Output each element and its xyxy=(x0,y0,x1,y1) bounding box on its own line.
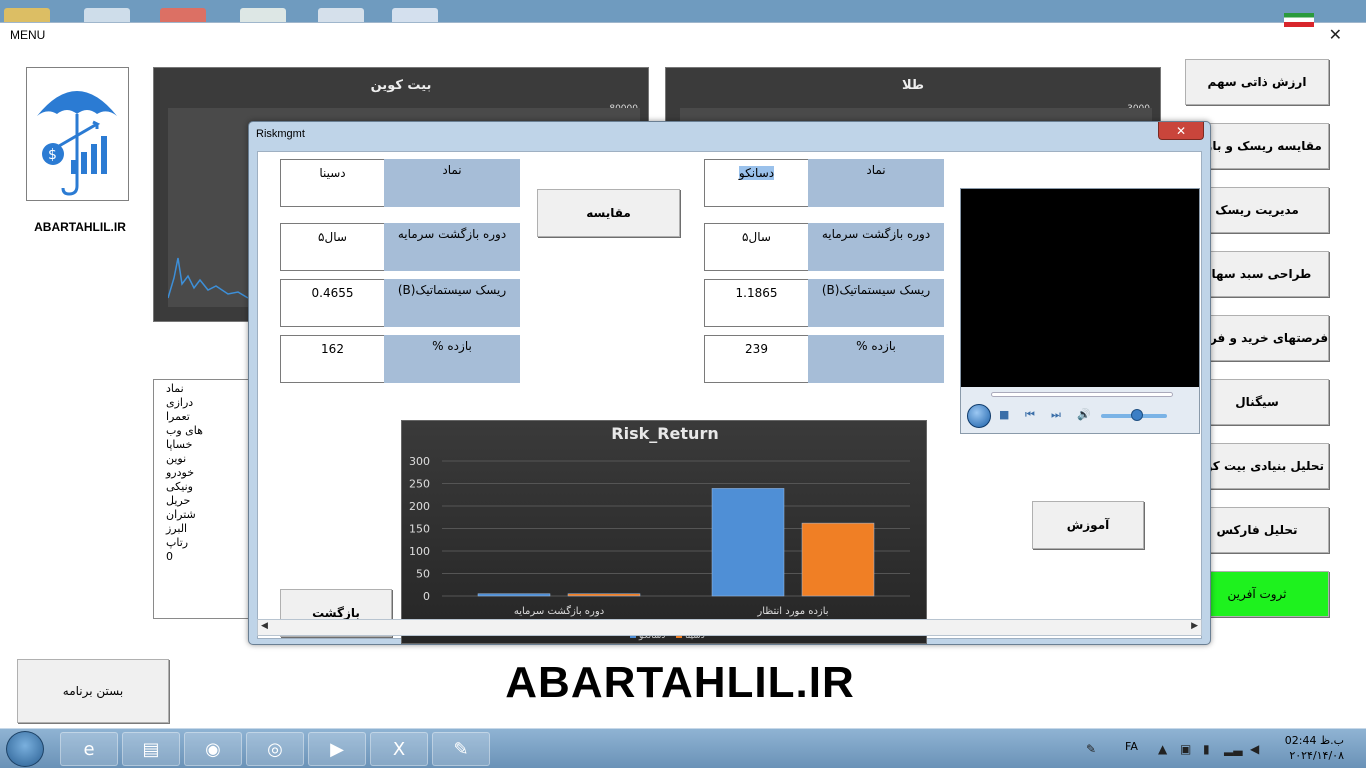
riskmgmt-dialog: Riskmgmt ✕ دسینا نماد ۵سال دوره بازگشت س… xyxy=(248,121,1211,645)
big-brand-text: ABARTAHLIL.IR xyxy=(505,658,855,707)
network-icon[interactable]: ▣ xyxy=(1180,742,1191,756)
stop-icon[interactable]: ■ xyxy=(999,408,1009,421)
learn-button[interactable]: آموزش xyxy=(1032,501,1144,549)
x-tick-label: بازده مورد انتظار xyxy=(756,606,828,617)
chrome-icon[interactable]: ◎ xyxy=(246,732,304,766)
logo: $ xyxy=(26,67,129,201)
scroll-right-icon[interactable]: ▶ xyxy=(1191,621,1198,631)
chart-title: Risk_Return xyxy=(611,424,718,443)
flag-icon xyxy=(1284,13,1314,27)
bar xyxy=(711,488,785,597)
folder-icon[interactable]: ▤ xyxy=(122,732,180,766)
close-app-button[interactable]: بستن برنامه xyxy=(17,659,169,723)
left-risk-label: ریسک سیستماتیک(B) xyxy=(384,279,520,327)
right-return-label: بازده % xyxy=(808,335,944,383)
list-item[interactable]: درازی xyxy=(166,396,252,410)
symbol-list: نماد درازی تعمرا های وب خساپا نوین خودرو ونیکی ح… xyxy=(166,382,252,564)
left-payback-label: دوره بازگشت سرمایه xyxy=(384,223,520,271)
menu-label: MENU xyxy=(10,28,46,42)
battery-icon[interactable]: ▮ xyxy=(1203,742,1210,756)
list-item[interactable]: نوین xyxy=(166,452,252,466)
dialog-title: Riskmgmt xyxy=(256,128,305,140)
right-payback-label: دوره بازگشت سرمایه xyxy=(808,223,944,271)
right-symbol-label: نماد xyxy=(808,159,944,207)
media-icon[interactable]: ▶ xyxy=(308,732,366,766)
tray-expand-icon[interactable]: ▲ xyxy=(1158,742,1167,756)
left-symbol-label: نماد xyxy=(384,159,520,207)
list-item[interactable]: تعمرا xyxy=(166,410,252,424)
language-indicator[interactable]: FA xyxy=(1125,740,1138,753)
scroll-left-icon[interactable]: ◀ xyxy=(261,621,268,631)
close-icon[interactable]: ✕ xyxy=(1329,25,1342,44)
dialog-body: دسینا نماد ۵سال دوره بازگشت سرمایه 0.465… xyxy=(257,151,1202,644)
umbrella-logo-icon: $ xyxy=(37,91,117,196)
y-tick-label: 0 xyxy=(423,590,430,603)
clock-time: 02:44 ب.ظ xyxy=(1284,734,1344,747)
excel-icon[interactable]: X xyxy=(370,732,428,766)
next-icon[interactable]: ⏭ xyxy=(1051,408,1061,422)
risk-return-chart: Risk_Return 0 50 100 150 200 250 300 دوره بازگشت… xyxy=(401,420,927,644)
list-item[interactable]: رتاپ xyxy=(166,536,252,550)
y-tick-label: 200 xyxy=(409,500,430,513)
list-item[interactable]: شتران xyxy=(166,508,252,522)
signal-icon[interactable]: ▂▃ xyxy=(1224,742,1242,756)
list-item[interactable]: حریل xyxy=(166,494,252,508)
list-item[interactable]: خساپا xyxy=(166,438,252,452)
media-player: ■ ⏮ ⏭ 🔊 xyxy=(960,188,1200,434)
gold-title: طلا xyxy=(901,78,925,93)
list-item[interactable]: البرز xyxy=(166,522,252,536)
bar xyxy=(801,522,875,597)
svg-text:$: $ xyxy=(48,147,57,163)
video-screen[interactable] xyxy=(961,189,1199,387)
bar xyxy=(567,593,641,597)
x-tick-label: دوره بازگشت سرمایه xyxy=(514,605,604,617)
right-risk-field[interactable]: 1.1865 xyxy=(704,279,808,327)
firefox-icon[interactable]: ◉ xyxy=(184,732,242,766)
prev-icon[interactable]: ⏮ xyxy=(1025,408,1035,422)
right-symbol-value: دسانکو xyxy=(738,166,775,180)
y-tick-label: 250 xyxy=(409,478,430,491)
left-return-label: بازده % xyxy=(384,335,520,383)
menu-button-0[interactable]: ارزش ذاتی سهم xyxy=(1185,59,1329,105)
bitcoin-title: بیت کوین xyxy=(370,78,432,93)
chart-svg: Risk_Return 0 50 100 150 200 250 300 دوره بازگشت… xyxy=(409,424,910,641)
list-item[interactable]: های وب xyxy=(166,424,252,438)
y-tick-label: 50 xyxy=(416,568,430,581)
start-button-icon[interactable] xyxy=(6,731,44,767)
dialog-close-button[interactable]: ✕ xyxy=(1158,122,1204,140)
horizontal-scrollbar[interactable]: ◀ ▶ xyxy=(257,619,1202,636)
compare-button[interactable]: مقایسه xyxy=(537,189,680,237)
list-item[interactable]: 0 xyxy=(166,550,252,564)
brand-caption: ABARTAHLIL.IR xyxy=(34,220,126,234)
y-tick-label: 300 xyxy=(409,455,430,468)
left-return-field[interactable]: 162 xyxy=(280,335,384,383)
paint-icon[interactable]: ✎ xyxy=(432,732,490,766)
right-return-field[interactable]: 239 xyxy=(704,335,808,383)
ie-icon[interactable]: e xyxy=(60,732,118,766)
right-symbol-field[interactable]: دسانکو xyxy=(704,159,808,207)
speaker-icon[interactable]: ◀ xyxy=(1250,742,1259,756)
seek-bar[interactable] xyxy=(991,392,1173,397)
right-risk-label: ریسک سیستماتیک(B) xyxy=(808,279,944,327)
play-icon[interactable] xyxy=(967,404,991,428)
clock[interactable]: 02:44 ب.ظ ۲۰۲۴/۱۴/۰۸ xyxy=(1272,733,1344,763)
clock-date: ۲۰۲۴/۱۴/۰۸ xyxy=(1289,749,1344,762)
right-payback-field[interactable]: ۵سال xyxy=(704,223,808,271)
y-tick-label: 100 xyxy=(409,545,430,558)
taskbar: e ▤ ◉ ◎ ▶ X ✎ ✎ FA ▲ ▣ ▮ ▂▃ ◀ 02:44 ب.ظ ۲۰۲۴/۱… xyxy=(0,728,1366,768)
left-symbol-field[interactable]: دسینا xyxy=(280,159,384,207)
pen-icon[interactable]: ✎ xyxy=(1086,742,1096,756)
list-item[interactable]: نماد xyxy=(166,382,252,396)
volume-icon[interactable]: 🔊 xyxy=(1077,408,1091,421)
left-payback-field[interactable]: ۵سال xyxy=(280,223,384,271)
volume-knob[interactable] xyxy=(1131,409,1143,421)
list-item[interactable]: ونیکی xyxy=(166,480,252,494)
y-tick-label: 150 xyxy=(409,523,430,536)
left-risk-field[interactable]: 0.4655 xyxy=(280,279,384,327)
symbol-listbox[interactable]: نماد درازی تعمرا های وب خساپا نوین خودرو ونیکی ح… xyxy=(153,379,253,619)
list-item[interactable]: خودرو xyxy=(166,466,252,480)
bar xyxy=(477,593,551,597)
